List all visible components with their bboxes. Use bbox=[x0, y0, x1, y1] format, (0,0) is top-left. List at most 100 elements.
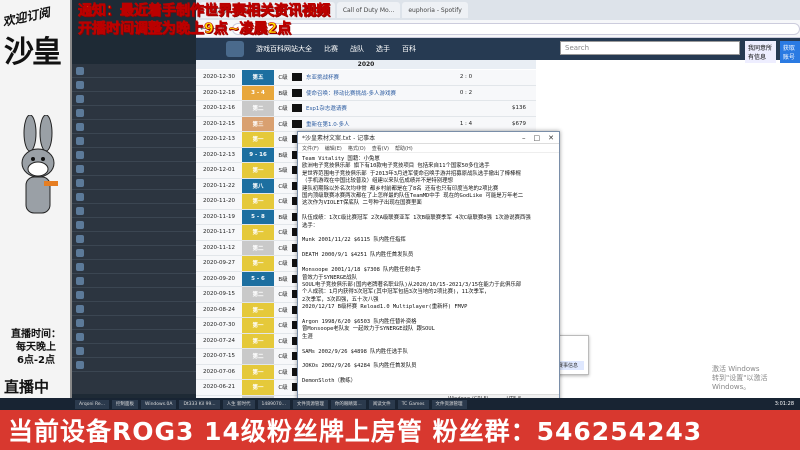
row-tier: C级 bbox=[278, 75, 288, 82]
chat-message bbox=[72, 92, 196, 106]
row-placement: 第二 bbox=[242, 101, 274, 116]
taskbar-item[interactable]: Dt333 Kil 99... bbox=[179, 399, 220, 409]
menu-file[interactable]: 文件(F) bbox=[302, 145, 319, 152]
row-placement: 第五 bbox=[242, 70, 274, 85]
nav-item[interactable]: 比赛 bbox=[324, 44, 338, 54]
taskbar-item[interactable]: 文件资源管理 bbox=[431, 399, 467, 409]
chat-message bbox=[72, 260, 196, 274]
nav-item[interactable]: 选手 bbox=[376, 44, 390, 54]
activate-windows-watermark: 激活 Windows 转到"设置"以激活 Windows。 bbox=[712, 365, 768, 391]
notice-line: 开播时间调整为晚上9点~凌晨2点 bbox=[78, 21, 292, 38]
row-placement: 第一 bbox=[242, 225, 274, 240]
table-row[interactable]: 2020-12-30 第五 C级 东亚挑战杯赛 2 : 0 bbox=[196, 70, 536, 86]
notice-line: 通知：最近着手制作世界赛相关资讯视频 bbox=[78, 3, 331, 20]
row-tier: C级 bbox=[278, 137, 288, 144]
taskbar-item[interactable]: 人生 新时代 bbox=[222, 399, 255, 409]
avatar bbox=[76, 66, 84, 75]
stream-notice: 通知：最近着手制作世界赛相关资讯视频 开播时间调整为晚上9点~凌晨2点 bbox=[78, 2, 331, 38]
row-tier: C级 bbox=[278, 261, 288, 268]
row-date: 2020-11-17 bbox=[203, 229, 235, 236]
row-date: 2020-07-06 bbox=[203, 368, 235, 375]
screen: 腾讯视频 ezcore_game Liquipedia Call of Duty… bbox=[0, 0, 800, 450]
close-icon[interactable]: ✕ bbox=[548, 134, 554, 142]
menu-view[interactable]: 查看(V) bbox=[372, 145, 389, 152]
avatar bbox=[76, 290, 84, 299]
minimize-icon[interactable]: – bbox=[522, 134, 526, 142]
chat-message bbox=[72, 288, 196, 302]
row-tier: C级 bbox=[278, 338, 288, 345]
agree-button[interactable]: 我同意所有信息 bbox=[745, 41, 776, 63]
row-date: 2020-11-20 bbox=[203, 198, 235, 205]
menu-help[interactable]: 帮助(H) bbox=[395, 145, 413, 152]
row-date: 2020-12-15 bbox=[203, 120, 235, 127]
row-date: 2020-12-18 bbox=[203, 89, 235, 96]
taskbar-item[interactable]: 阅读文件 bbox=[368, 399, 395, 409]
header-buttons: 我同意所有信息 获取账号 bbox=[745, 41, 800, 63]
taskbar-item[interactable]: 控制面板 bbox=[111, 399, 138, 409]
row-placement: 第一 bbox=[242, 132, 274, 147]
taskbar-item[interactable]: TC Games bbox=[397, 399, 429, 409]
menu-edit[interactable]: 编辑(E) bbox=[325, 145, 342, 152]
chat-message bbox=[72, 176, 196, 190]
notepad-titlebar: *沙皇素材文案.txt - 记事本 – □ ✕ bbox=[298, 132, 559, 144]
row-tier: C级 bbox=[278, 307, 288, 314]
site-logo[interactable] bbox=[226, 41, 244, 57]
row-tournament-link[interactable]: 重新在第1.0·多人 bbox=[306, 120, 446, 128]
taskbar-item[interactable]: Windows.0A bbox=[140, 399, 177, 409]
taskbar-item[interactable]: 1489070... bbox=[257, 399, 290, 409]
row-placement: 第二 bbox=[242, 287, 274, 302]
row-tournament-link[interactable]: 使命召唤：移动比赛挑战-多人游戏赛 bbox=[306, 89, 446, 97]
notepad-window: *沙皇素材文案.txt - 记事本 – □ ✕ 文件(F) 编辑(E) 格式(O… bbox=[297, 131, 560, 403]
tournament-logo-icon bbox=[292, 104, 302, 113]
taskbar-item[interactable]: 文件资源管理 bbox=[292, 399, 328, 409]
table-row[interactable]: 2020-12-15 第三 C级 重新在第1.0·多人 1 : 4 $679 bbox=[196, 116, 536, 132]
menu-format[interactable]: 格式(O) bbox=[348, 145, 366, 152]
avatar bbox=[76, 94, 84, 103]
schedule-line: 6点-2点 bbox=[16, 355, 56, 366]
row-result: 2 : 0 bbox=[459, 74, 473, 81]
search-input[interactable]: Search bbox=[560, 41, 740, 55]
avatar bbox=[76, 178, 84, 187]
row-date: 2020-09-27 bbox=[203, 260, 235, 267]
row-tier: B级 bbox=[278, 152, 288, 159]
row-tier: C级 bbox=[278, 385, 288, 392]
browser-tab[interactable]: euphoria - Spotify bbox=[402, 2, 468, 18]
row-date: 2020-08-24 bbox=[203, 306, 235, 313]
row-placement: 第一 bbox=[242, 256, 274, 271]
row-placement: 第一 bbox=[242, 380, 274, 395]
row-tier: C级 bbox=[278, 230, 288, 237]
row-result: 1 : 4 bbox=[459, 120, 473, 127]
avatar bbox=[76, 360, 84, 369]
chat-message bbox=[72, 204, 196, 218]
nav-item[interactable]: 游戏百科网站大全 bbox=[256, 44, 312, 54]
row-tier: B级 bbox=[278, 90, 288, 97]
avatar bbox=[76, 108, 84, 117]
row-date: 2020-11-22 bbox=[203, 182, 235, 189]
account-button[interactable]: 获取账号 bbox=[779, 41, 800, 63]
notepad-text[interactable]: Team Vitality 国籍：小兔崽 欧洲电子竞技俱乐部 旗下有10款电子竞… bbox=[298, 153, 559, 393]
row-tier: C级 bbox=[278, 183, 288, 190]
maximize-icon[interactable]: □ bbox=[534, 134, 541, 142]
table-row[interactable]: 2020-12-16 第二 C级 Esp1杂志邀请赛 $136 bbox=[196, 101, 536, 117]
table-row[interactable]: 2020-12-18 3 - 4 B级 使命召唤：移动比赛挑战-多人游戏赛 0 : 2 bbox=[196, 85, 536, 101]
chat-message bbox=[72, 148, 196, 162]
chat-message bbox=[72, 190, 196, 204]
avatar bbox=[76, 164, 84, 173]
bottom-banner: 当前设备ROG3 14级粉丝牌上房管 粉丝群：546254243 bbox=[0, 410, 800, 450]
taskbar-item[interactable]: Arqoni Re... bbox=[75, 399, 109, 409]
nav-item[interactable]: 战队 bbox=[350, 44, 364, 54]
avatar bbox=[76, 136, 84, 145]
taskbar-item[interactable]: 你的眼睛第... bbox=[330, 399, 366, 409]
streamer-name: 沙皇 bbox=[4, 35, 62, 70]
avatar bbox=[76, 80, 84, 89]
nav-item[interactable]: 百科 bbox=[402, 44, 416, 54]
row-tier: C级 bbox=[278, 369, 288, 376]
row-tier: B级 bbox=[278, 276, 288, 283]
row-date: 2020-07-30 bbox=[203, 322, 235, 329]
browser-tab[interactable]: Call of Duty Mo... bbox=[336, 2, 401, 18]
chat-message bbox=[72, 64, 196, 78]
row-tournament-link[interactable]: Esp1杂志邀请赛 bbox=[306, 104, 446, 112]
row-tournament-link[interactable]: 东亚挑战杯赛 bbox=[306, 73, 446, 81]
row-prize: $679 bbox=[512, 120, 526, 127]
chat-message bbox=[72, 120, 196, 134]
